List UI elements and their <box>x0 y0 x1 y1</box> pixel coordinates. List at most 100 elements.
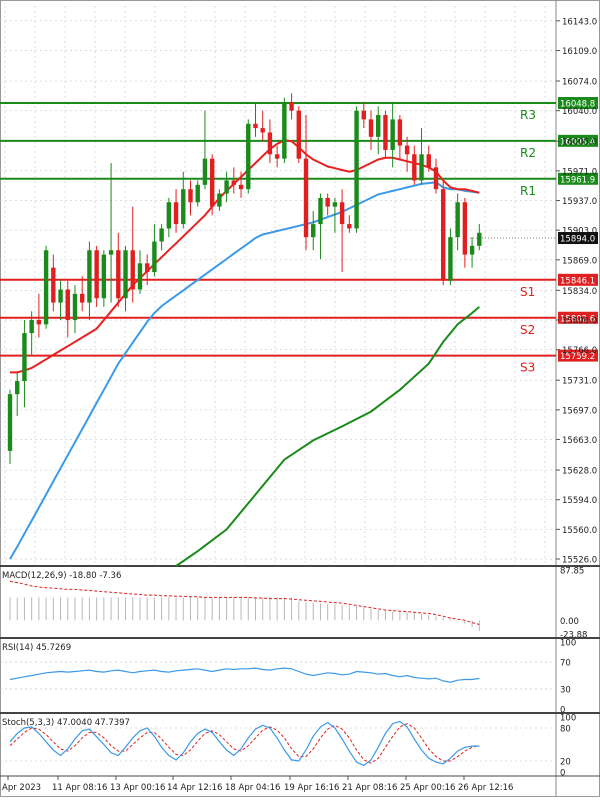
candle-body <box>202 158 208 185</box>
price-tick-label: 15834.0 <box>562 287 597 297</box>
stoch-panel: Stoch(5,3,3) 47.0040 47.7397 10080 200 <box>0 714 576 779</box>
chart-canvas: R316048.8R216005.4R115961.9S115846.1S215… <box>0 0 600 797</box>
candle-body <box>246 123 251 190</box>
time-tick-label: 14 Apr 12:16 <box>167 783 222 793</box>
candle-body <box>289 101 294 111</box>
candle-body <box>455 202 460 238</box>
time-tick-label: 25 Apr 00:16 <box>400 783 455 793</box>
candle-body <box>376 115 381 137</box>
candle-body <box>159 228 164 242</box>
candle-body <box>65 289 70 321</box>
time-tick-label: 11 Apr 08:16 <box>52 783 107 793</box>
level-name-s2: S2 <box>520 323 535 337</box>
rsi-axis-label: 100 <box>560 639 576 649</box>
candle-body <box>347 224 352 229</box>
candle-body <box>318 197 323 225</box>
level-name-r2: R2 <box>520 146 536 160</box>
candlesticks <box>7 93 482 464</box>
time-tick-label: 13 Apr 00:16 <box>110 783 165 793</box>
macd-axis-label: 0.00 <box>560 617 579 627</box>
candle-body <box>80 293 85 303</box>
price-tick-label: 15869.0 <box>562 256 597 266</box>
macd-panel: MACD(12,26,9) -18.80 -7.36 87.850.00-23.8… <box>2 567 587 641</box>
candle-body <box>101 254 107 299</box>
level-name-r3: R3 <box>520 108 536 122</box>
current-price-label: 15894.0 <box>560 235 595 245</box>
candle-body <box>267 132 273 155</box>
candle-body <box>152 241 157 273</box>
level-name-s3: S3 <box>520 361 535 375</box>
candle-body <box>303 158 309 238</box>
candle-body <box>7 394 13 451</box>
candle-body <box>144 263 150 273</box>
candle-body <box>188 189 193 203</box>
candle-body <box>390 119 395 150</box>
time-tick-label: 26 Apr 12:16 <box>458 783 513 793</box>
candle-body <box>469 245 475 255</box>
price-tick-label: 16040.0 <box>562 107 597 117</box>
rsi-panel: RSI(14) 45.7269 10070300 <box>0 639 576 716</box>
stoch-axis-label: 0 <box>560 769 565 779</box>
stoch-axis-label: 100 <box>560 714 576 724</box>
price-tick-label: 15766.0 <box>562 346 597 356</box>
price-tick-label: 15697.0 <box>562 406 597 416</box>
candle-body <box>72 293 78 321</box>
candle-body <box>296 110 301 159</box>
candle-body <box>116 250 121 299</box>
price-tick-label: 15971.0 <box>562 167 597 177</box>
candle-body <box>274 154 280 159</box>
price-tick-label: 16005.0 <box>562 138 597 148</box>
candle-body <box>354 110 359 229</box>
time-tick-label: 19 Apr 16:16 <box>284 783 339 793</box>
time-axis: Apr 2023 11 Apr 08:16 13 Apr 00:16 14 Apr 1… <box>2 776 513 793</box>
candle-body <box>477 232 482 246</box>
time-tick-label: 21 Apr 08:16 <box>342 783 397 793</box>
candle-body <box>383 115 388 150</box>
candle-body <box>311 224 316 238</box>
candle-body <box>224 180 229 194</box>
price-tick-label: 16109.0 <box>562 47 597 57</box>
stoch-label: Stoch(5,3,3) 47.0040 47.7397 <box>2 718 130 728</box>
level-value-s1: 15846.1 <box>560 276 595 286</box>
moving-average-green <box>175 306 480 567</box>
candle-body <box>22 333 27 382</box>
candle-body <box>43 250 49 325</box>
price-tick-label: 15560.0 <box>562 526 597 536</box>
price-tick-label: 15731.0 <box>562 377 597 387</box>
rsi-axis-label: 30 <box>560 685 571 695</box>
candle-body <box>397 119 403 146</box>
candle-body <box>441 189 446 281</box>
moving-average-blue <box>9 181 480 560</box>
candle-body <box>368 119 374 137</box>
moving-average-red <box>10 139 480 374</box>
candle-body <box>36 320 42 325</box>
candle-body <box>181 189 186 225</box>
time-tick-label: Apr 2023 <box>2 783 41 793</box>
candle-body <box>433 167 439 190</box>
candle-body <box>137 263 143 290</box>
candle-body <box>231 180 237 185</box>
level-name-s1: S1 <box>520 285 535 299</box>
price-tick-label: 16074.0 <box>562 78 597 88</box>
time-tick-label: 18 Apr 04:16 <box>225 783 280 793</box>
candle-body <box>87 250 92 303</box>
price-tick-label: 15663.0 <box>562 436 597 446</box>
candle-body <box>404 145 410 155</box>
macd-label: MACD(12,26,9) -18.80 -7.36 <box>2 571 121 581</box>
moving-averages <box>9 139 480 567</box>
macd-signal-line <box>9 580 480 625</box>
price-tick-label: 15937.0 <box>562 197 597 207</box>
candle-body <box>94 250 99 299</box>
candle-body <box>419 154 424 181</box>
candle-body <box>412 154 417 181</box>
stoch-axis-label: 80 <box>560 725 571 735</box>
candle-body <box>108 250 114 255</box>
macd-axis-label: 87.85 <box>560 567 584 577</box>
candle-body <box>123 250 128 299</box>
price-tick-label: 15526.0 <box>562 556 597 566</box>
candle-body <box>462 202 468 255</box>
rsi-axis-label: 70 <box>560 659 571 669</box>
candle-body <box>209 158 215 207</box>
candle-body <box>58 289 63 303</box>
candle-body <box>339 202 345 225</box>
